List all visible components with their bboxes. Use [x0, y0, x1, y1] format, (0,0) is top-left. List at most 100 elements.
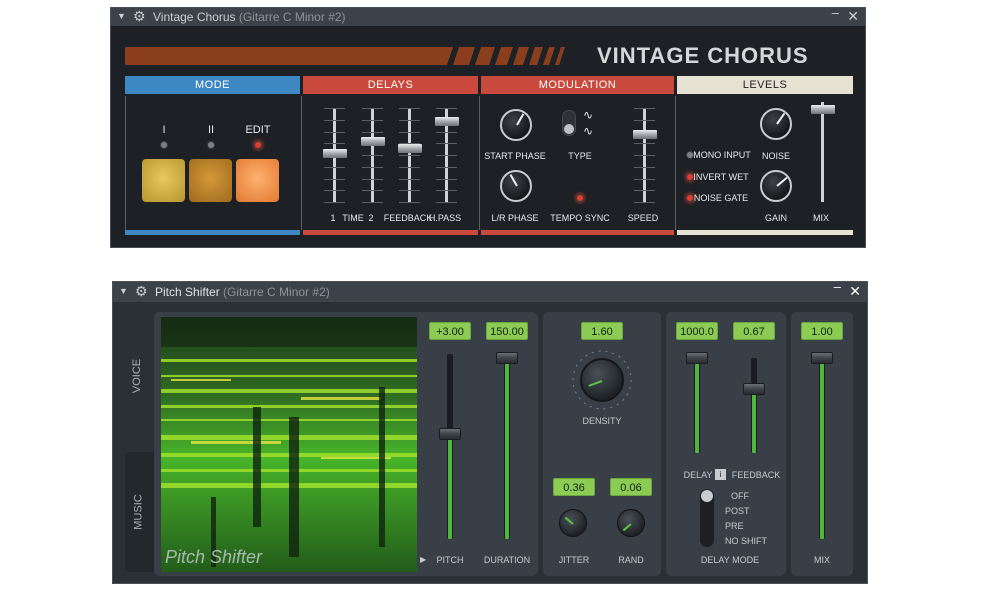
title-bar[interactable]: ▼ ⚙ Pitch Shifter (Gitarre C Minor #2) ‒…	[113, 279, 867, 302]
plugin-body: VINTAGE CHORUS	[111, 26, 865, 247]
speed-fader-tick	[634, 155, 655, 156]
mode-pad-edit[interactable]	[236, 159, 279, 202]
duration-fader-handle[interactable]	[496, 352, 518, 364]
rand-knob[interactable]	[617, 509, 645, 537]
density-knob-scale	[572, 350, 632, 410]
close-button[interactable]: ✕	[847, 8, 859, 25]
mix-display[interactable]: 1.00	[801, 322, 843, 340]
mix-fader-handle[interactable]	[811, 104, 835, 114]
duration-fader-track[interactable]	[504, 358, 510, 539]
logo-text: VINTAGE CHORUS	[597, 43, 809, 68]
divider	[125, 96, 126, 230]
delay-time-1-fader-tick	[324, 178, 345, 180]
pitch-shifter-window: ▼ ⚙ Pitch Shifter (Gitarre C Minor #2) ‒…	[112, 279, 868, 584]
gear-icon[interactable]: ⚙	[135, 283, 148, 300]
feedback-display[interactable]: 0.67	[733, 322, 775, 340]
delay-toggle-right: FEEDBACK	[731, 470, 781, 480]
delay-label-feedback: FEEDBACK	[383, 213, 433, 223]
invert-wet-label: INVERT WET	[693, 172, 749, 182]
menu-arrow-icon[interactable]: ▼	[119, 286, 128, 296]
delay-mode-option-no-shift[interactable]: NO SHIFT	[725, 536, 767, 546]
delay-time-2-fader-tick	[362, 178, 383, 180]
type-label: TYPE	[568, 151, 592, 161]
delay-time-1-fader-tick	[324, 143, 345, 145]
noise-gate-led[interactable]	[686, 194, 694, 202]
delay-time-1-fader-handle[interactable]	[323, 148, 347, 158]
spectrogram-graphic	[161, 317, 417, 572]
divider	[301, 96, 302, 230]
delay-toggle-left: DELAY	[683, 470, 713, 480]
delay-time-2-fader-tick	[362, 155, 383, 156]
window-subtitle: (Gitarre C Minor #2)	[238, 10, 346, 24]
lr-phase-label: L/R PHASE	[491, 213, 539, 223]
mode-pad-i[interactable]	[142, 159, 185, 202]
tempo-sync-led[interactable]	[576, 194, 584, 202]
hpass-fader-tick	[436, 108, 457, 109]
pitch-fader-track[interactable]	[447, 354, 453, 539]
jitter-display[interactable]: 0.36	[553, 478, 595, 496]
delay-label-time: TIME	[342, 213, 364, 223]
speed-fader-tick	[634, 119, 655, 121]
section-footer-levels	[677, 230, 853, 235]
duration-display[interactable]: 150.00	[486, 322, 528, 340]
window-title: Vintage Chorus	[153, 10, 236, 24]
delay-mode-option-pre[interactable]: PRE	[725, 521, 744, 531]
speed-fader-tick	[634, 108, 655, 109]
delay-mode-option-off[interactable]: OFF	[731, 491, 749, 501]
pitch-fader-handle[interactable]	[439, 427, 461, 440]
mode-pad-ii[interactable]	[189, 159, 232, 202]
mono-input-label: MONO INPUT	[693, 150, 751, 160]
title-bar[interactable]: ▼ ⚙ Vintage Chorus (Gitarre C Minor #2) …	[111, 5, 865, 26]
speed-fader-tick	[634, 143, 655, 145]
section-footer-delays	[303, 230, 478, 235]
section-header-delays: DELAYS	[303, 76, 478, 94]
delay-label-1: 1	[330, 213, 336, 223]
delay-display[interactable]: 1000.0	[676, 322, 718, 340]
mode-label-i: I	[162, 124, 166, 136]
minimize-button[interactable]: ‒	[832, 5, 839, 20]
feedback-fader-handle[interactable]	[398, 143, 422, 153]
speed-fader-handle[interactable]	[633, 130, 657, 140]
delay-toggle-switch[interactable]: i	[715, 469, 726, 480]
rand-display[interactable]: 0.06	[610, 478, 652, 496]
noise-knob[interactable]	[760, 108, 792, 140]
mode-led-edit	[254, 141, 262, 149]
logo-stripe	[125, 47, 445, 65]
delay-fader-track[interactable]	[694, 358, 700, 453]
delay-time-2-fader-handle[interactable]	[361, 136, 385, 146]
gear-icon[interactable]: ⚙	[133, 8, 146, 25]
play-arrow-icon[interactable]: ▶	[420, 555, 426, 564]
pitch-fader-fill	[448, 433, 452, 539]
hpass-fader-handle[interactable]	[435, 116, 459, 126]
feedback-fader-tick	[399, 202, 420, 203]
tab-music-label: MUSIC	[132, 494, 145, 530]
density-display[interactable]: 1.60	[581, 322, 623, 340]
feedback-fader-handle[interactable]	[743, 383, 765, 396]
minimize-button[interactable]: ‒	[834, 279, 841, 294]
tab-voice-label: VOICE	[131, 358, 144, 394]
menu-arrow-icon[interactable]: ▼	[117, 11, 126, 21]
delay-time-1-fader-tick	[324, 190, 345, 192]
delay-label-hpass: H.PASS	[428, 213, 462, 223]
mix-fader-track[interactable]	[819, 358, 825, 539]
pitch-display[interactable]: +3.00	[429, 322, 471, 340]
lr-phase-knob[interactable]	[500, 170, 532, 202]
duration-fader-fill	[505, 358, 509, 539]
jitter-knob[interactable]	[559, 509, 587, 537]
gain-knob[interactable]	[760, 170, 792, 202]
feedback-fader-tick	[399, 119, 420, 121]
mix-fader-handle[interactable]	[811, 352, 833, 364]
mix-fader-track[interactable]	[821, 102, 824, 202]
vintage-chorus-window: ▼ ⚙ Vintage Chorus (Gitarre C Minor #2) …	[110, 5, 866, 248]
mode-label-edit: EDIT	[245, 124, 271, 136]
feedback-fader-track[interactable]	[751, 358, 757, 453]
sine-wave-icon: ∿	[583, 108, 594, 122]
noise-label: NOISE	[761, 151, 791, 161]
close-button[interactable]: ✕	[849, 283, 861, 300]
delay-time-1-fader-tick	[324, 119, 345, 121]
section-footer-mode	[125, 230, 300, 235]
delay-mode-option-post[interactable]: POST	[725, 506, 750, 516]
delay-fader-handle[interactable]	[686, 352, 708, 364]
start-phase-knob[interactable]	[500, 109, 532, 141]
delay-time-1-fader-tick	[324, 131, 345, 133]
